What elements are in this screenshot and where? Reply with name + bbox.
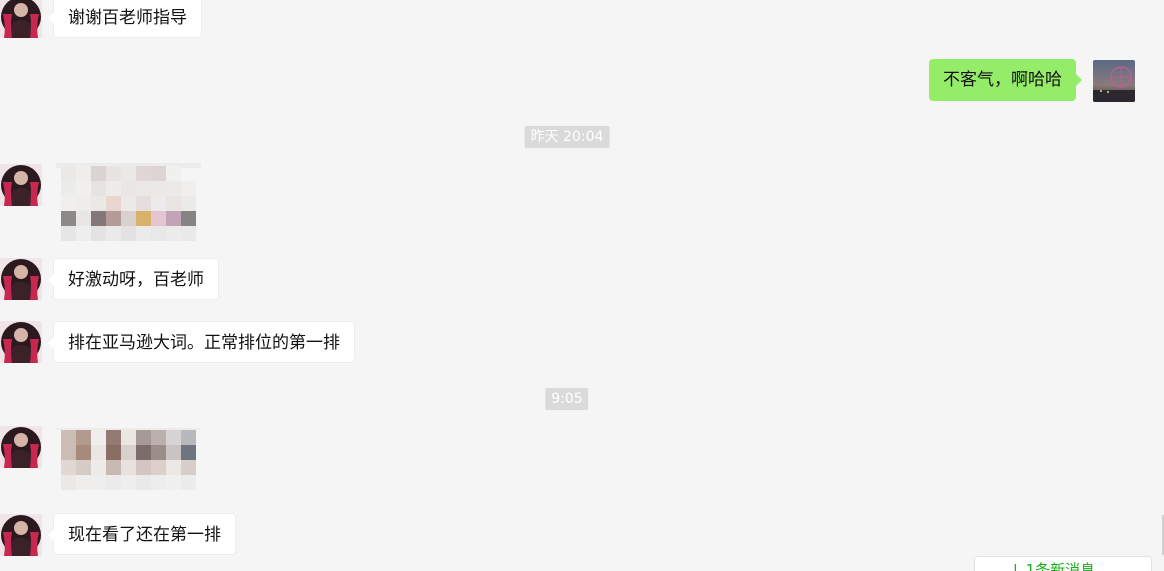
new-message-label: 1条新消息 (1025, 561, 1096, 571)
message-text: 好激动呀，百老师 (68, 270, 204, 290)
contact-avatar[interactable] (0, 164, 42, 206)
contact-avatar[interactable] (0, 514, 42, 556)
timestamp: 昨天 20:04 (524, 126, 610, 148)
my-avatar[interactable] (1093, 60, 1135, 102)
message-bubble-outgoing[interactable]: 不客气，啊哈哈 (929, 59, 1082, 101)
contact-avatar[interactable] (0, 258, 42, 300)
message-text: 现在看了还在第一排 (68, 525, 221, 545)
chat-window: 谢谢百老师指导 不客气，啊哈哈 昨天 20:04 好激动呀，百老师 排在亚马逊大… (0, 0, 1164, 571)
contact-avatar[interactable] (0, 321, 42, 363)
message-text: 谢谢百老师指导 (68, 8, 187, 28)
message-bubble[interactable]: 谢谢百老师指导 (48, 0, 202, 38)
message-text: 不客气，啊哈哈 (943, 70, 1062, 90)
new-message-button[interactable]: ↓ 1条新消息 (974, 556, 1152, 571)
image-message[interactable] (46, 163, 211, 241)
message-text: 排在亚马逊大词。正常排位的第一排 (68, 333, 340, 353)
message-bubble[interactable]: 排在亚马逊大词。正常排位的第一排 (48, 321, 355, 363)
message-bubble[interactable]: 现在看了还在第一排 (48, 513, 236, 555)
contact-avatar[interactable] (0, 0, 42, 38)
timestamp: 9:05 (545, 388, 589, 410)
image-message[interactable] (46, 420, 211, 498)
arrow-down-icon: ↓ (1009, 561, 1022, 571)
contact-avatar[interactable] (0, 426, 42, 468)
message-bubble[interactable]: 好激动呀，百老师 (48, 258, 219, 300)
